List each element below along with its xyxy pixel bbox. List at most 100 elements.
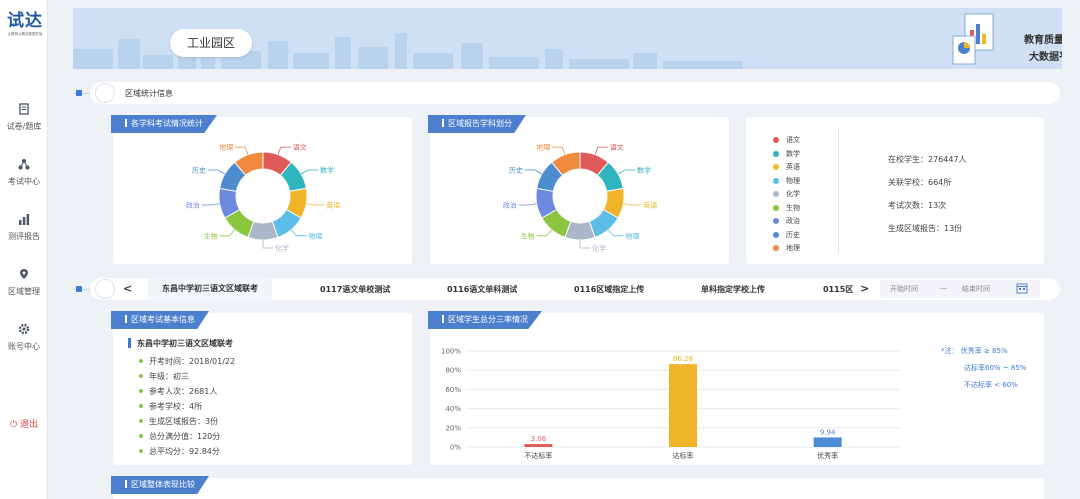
section-title: 区域统计信息: [125, 89, 173, 98]
section-circle: [95, 83, 115, 103]
donut-label-line: [607, 229, 624, 237]
donut-label-line: [235, 146, 249, 155]
donut-label-line: [207, 169, 226, 175]
legend-item[interactable]: 数学: [773, 149, 800, 159]
sidebar-item-label: 考试中心: [8, 177, 40, 186]
donut-label-line: [617, 169, 636, 175]
donut-label-line: [552, 146, 566, 155]
card-tag: 区域考试基本信息: [111, 311, 209, 329]
date-range-picker[interactable]: 开始时间 — 结束时间: [880, 280, 1040, 298]
y-tick-label: 20%: [445, 424, 461, 432]
y-tick-label: 60%: [445, 386, 461, 394]
donut-label: 英语: [326, 201, 340, 210]
donut-label-line: [277, 146, 291, 155]
legend-label: 语文: [786, 136, 800, 144]
gear-icon: [18, 323, 30, 335]
legend-item[interactable]: 地理: [773, 243, 800, 253]
calendar-icon[interactable]: [1016, 282, 1028, 296]
tabs-next-button[interactable]: >: [860, 282, 869, 295]
rates-note-pass: 达标率60% ~ 85%: [964, 364, 1027, 372]
stat-exams: 考试次数：13次: [888, 201, 947, 210]
exam-tab[interactable]: 单科指定学校上传: [701, 284, 765, 295]
sidebar-item-reports[interactable]: 测评报告: [0, 213, 48, 242]
legend-label: 历史: [786, 230, 800, 239]
x-tick-label: 达标率: [673, 451, 694, 460]
legend-dot: [773, 150, 779, 157]
legend-label: 英语: [786, 163, 800, 171]
donut-chart-subject-report: 语文数学英语物理化学 生物 政治 历史 地理: [503, 143, 657, 253]
end-date-input[interactable]: 结束时间: [962, 284, 990, 294]
sidebar-item-label: 账号中心: [8, 342, 40, 351]
legend-dot: [773, 177, 779, 184]
bar[interactable]: [669, 364, 697, 447]
legend-item[interactable]: 生物: [773, 203, 800, 213]
legend-item[interactable]: 语文: [773, 135, 800, 145]
info-reports: 生成区域报告：3份: [138, 417, 219, 426]
power-icon: ⏻: [9, 420, 18, 430]
donut-label-line: [579, 240, 590, 249]
rates-note-fail: 不达标率 < 60%: [964, 381, 1018, 389]
platform-title-line1: 教育质量检测: [1024, 35, 1062, 46]
legend-dot: [773, 204, 779, 211]
donut-label: 数学: [637, 166, 651, 175]
donut-label: 生物: [521, 231, 535, 240]
card-subject-exam-stats: 各学科考试情况统计 语文 数学 英语 物理 化学 生物 政治 历史 地理: [111, 115, 412, 264]
y-tick-label: 0%: [450, 444, 461, 452]
legend-label: 数学: [786, 149, 800, 158]
exam-tab-active[interactable]: 东昌中学初三语文区域联考: [148, 278, 272, 300]
section-region-stats: 区域统计信息: [90, 82, 1060, 104]
stat-schools: 关联学校：664所: [888, 178, 952, 187]
donut-label: 物理: [625, 231, 639, 240]
y-tick-label: 100%: [441, 348, 461, 356]
section-marker: [76, 90, 82, 96]
exam-tab[interactable]: 0116区域指定上传: [574, 284, 644, 295]
legend-item[interactable]: 化学: [773, 189, 800, 199]
region-selector[interactable]: 工业园区: [170, 29, 252, 57]
legend-dot: [773, 231, 779, 238]
sidebar-item-label: 试卷/题库: [6, 122, 42, 131]
divider: [838, 127, 839, 254]
logo-text: 试达: [7, 11, 43, 31]
card-tag-label: 区域考试基本信息: [131, 315, 195, 324]
sidebar-item-account[interactable]: 账号中心: [0, 323, 48, 352]
logo[interactable]: 试达 让教育从看见数据开始: [2, 6, 48, 37]
donut-chart-subject-exam: 语文数学英语物理化学 生物 政治 历史 地理: [186, 143, 340, 253]
donut-label-line: [536, 229, 553, 237]
dashboard-illustration: [952, 13, 994, 65]
legend-label: 化学: [786, 190, 800, 198]
card-tag: 区域整体表现比较: [111, 476, 209, 494]
donut-label-line: [518, 203, 537, 206]
legend-label: 物理: [786, 176, 800, 185]
start-date-input[interactable]: 开始时间: [890, 284, 918, 294]
card-region-summary: 语文数学英语物理化学生物政治历史地理 在校学生：276447人 关联学校：664…: [746, 117, 1044, 264]
tabs-prev-button[interactable]: <: [123, 282, 132, 295]
card-exam-basic-info: 区域考试基本信息 东昌中学初三语文区域联考 开考时间：2018/01/22 年级…: [111, 311, 412, 465]
stat-students: 在校学生：276447人: [888, 155, 967, 164]
card-tag-label: 区域整体表现比较: [131, 480, 195, 489]
legend-dot: [773, 164, 779, 170]
legend-item[interactable]: 物理: [773, 176, 800, 186]
logout-button[interactable]: ⏻ 退出: [0, 417, 48, 430]
donut-label: 生物: [204, 231, 218, 240]
bar[interactable]: [813, 437, 842, 447]
exam-tab[interactable]: 0116语文单科测试: [447, 284, 517, 295]
legend-dot: [773, 245, 779, 251]
legend-item[interactable]: 英语: [773, 162, 800, 172]
donut-label: 政治: [186, 201, 200, 210]
sidebar-item-exams[interactable]: 考试中心: [0, 158, 48, 187]
donut-label: 历史: [192, 166, 206, 175]
bar[interactable]: [524, 444, 553, 447]
header-banner: 工业园区 教育质量检测 大数据平台: [73, 8, 1062, 69]
exam-tab[interactable]: 0115区: [823, 284, 853, 295]
bar-value-label: 9.94: [820, 428, 836, 436]
sidebar-item-region[interactable]: 区域管理: [0, 268, 48, 297]
sidebar-item-papers[interactable]: 试卷/题库: [0, 103, 48, 132]
exam-tab[interactable]: 0117语文单校测试: [320, 284, 390, 295]
donut-label-line: [219, 229, 236, 237]
legend-dot: [773, 137, 779, 143]
legend-item[interactable]: 历史: [773, 230, 800, 240]
legend-item[interactable]: 政治: [773, 216, 800, 226]
donut-label-line: [524, 169, 543, 175]
donut-label-line: [306, 203, 325, 206]
legend-label: 地理: [786, 244, 800, 252]
